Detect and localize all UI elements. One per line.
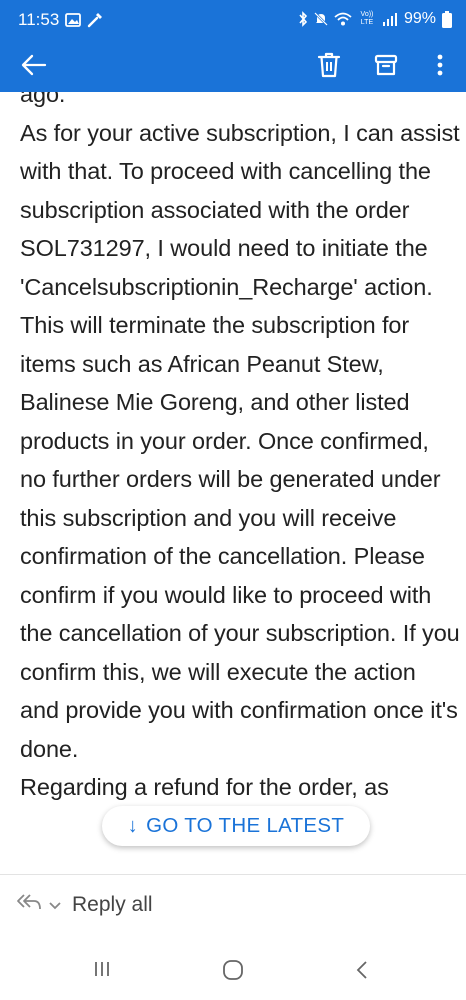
system-nav-bar — [0, 943, 466, 1000]
delete-button[interactable] — [306, 42, 352, 92]
carrier-label: Vo)) LTE — [360, 11, 374, 26]
status-icons: Vo)) LTE 99% — [298, 10, 452, 28]
tools-icon — [87, 12, 103, 28]
battery-icon — [442, 10, 452, 28]
back-button[interactable] — [8, 42, 60, 92]
app-bar — [0, 42, 466, 92]
reply-all-label: Reply all — [72, 893, 153, 916]
reply-all-button[interactable]: Reply all — [16, 893, 153, 917]
status-time: 11:53 — [18, 10, 60, 29]
status-bar: 11:53 Vo)) LTE 99% — [0, 0, 466, 42]
mute-icon — [314, 11, 328, 27]
message-body: ago. As for your active subscription, I … — [20, 92, 460, 800]
go-to-latest-button[interactable]: ↓ GO TO THE LATEST — [102, 806, 370, 846]
home-icon — [222, 960, 244, 985]
recents-icon — [92, 962, 112, 983]
bluetooth-icon — [298, 11, 308, 27]
nav-back-button[interactable] — [355, 959, 369, 986]
more-vert-icon — [437, 54, 443, 81]
recents-button[interactable] — [92, 959, 112, 984]
back-arrow-icon — [21, 54, 47, 81]
trash-icon — [317, 52, 341, 83]
archive-button[interactable] — [363, 42, 409, 92]
home-button[interactable] — [222, 959, 244, 986]
go-to-latest-label: GO TO THE LATEST — [146, 814, 345, 837]
status-time-group: 11:53 — [18, 10, 103, 30]
reply-bar: Reply all — [0, 875, 466, 943]
battery-percent: 99% — [403, 10, 436, 27]
reply-all-icon — [16, 893, 42, 917]
archive-icon — [374, 53, 398, 82]
gallery-icon — [65, 13, 82, 27]
back-icon — [355, 961, 369, 985]
wifi-call-icon — [334, 12, 352, 26]
more-options-button[interactable] — [420, 42, 460, 92]
message-content[interactable]: ago. As for your active subscription, I … — [0, 92, 466, 874]
arrow-down-icon: ↓ — [127, 814, 139, 837]
chevron-down-icon — [48, 893, 62, 917]
signal-icon — [382, 12, 398, 26]
